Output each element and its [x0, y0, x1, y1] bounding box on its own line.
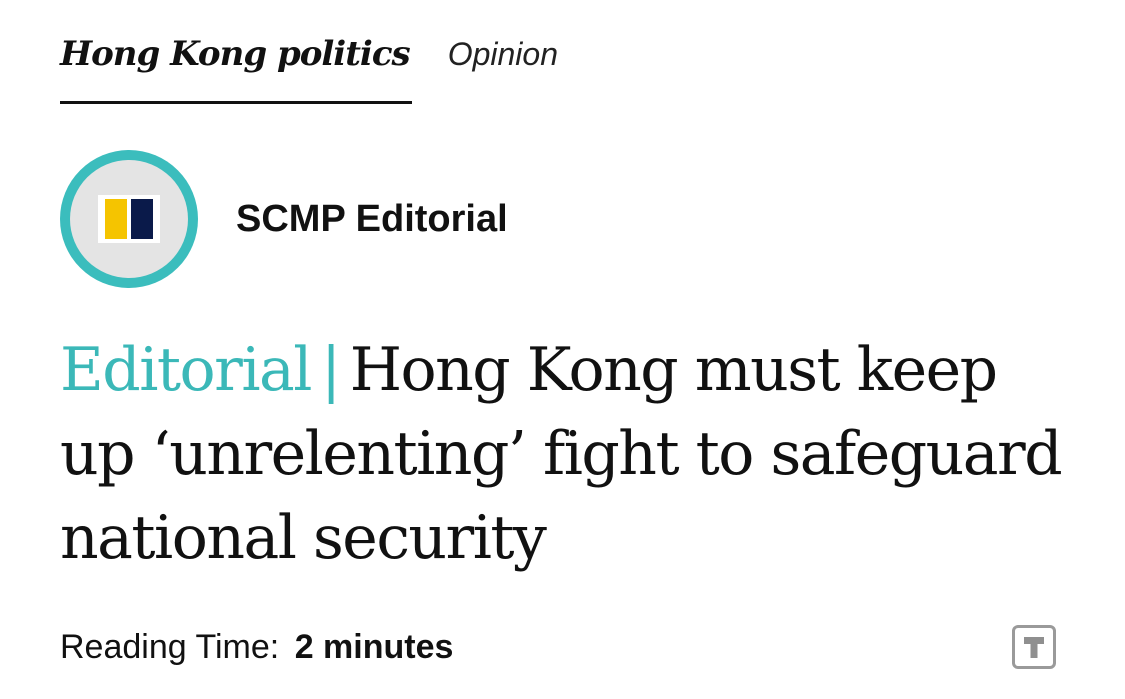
scmp-logo-icon — [98, 195, 160, 243]
author-avatar[interactable] — [60, 150, 198, 288]
reading-time: Reading Time: 2 minutes — [60, 628, 453, 667]
author-byline: SCMP Editorial — [60, 150, 508, 288]
article-headline: Editorial | Hong Kong must keep up ‘unrele… — [60, 328, 1080, 580]
section-tabs: Hong Kong politics Opinion — [60, 30, 558, 104]
logo-navy-bar — [131, 199, 153, 239]
text-size-icon — [1024, 637, 1044, 658]
avatar-background — [70, 160, 188, 278]
tab-opinion[interactable]: Opinion — [448, 30, 558, 104]
text-size-button[interactable] — [1012, 625, 1056, 669]
tab-hong-kong-politics[interactable]: Hong Kong politics — [60, 30, 412, 104]
author-name[interactable]: SCMP Editorial — [236, 198, 508, 241]
logo-yellow-bar — [105, 199, 127, 239]
reading-time-label: Reading Time: — [60, 628, 280, 666]
reading-time-value: 2 minutes — [294, 628, 454, 666]
headline-kicker: Editorial — [60, 335, 312, 405]
headline-separator: | — [320, 335, 341, 405]
